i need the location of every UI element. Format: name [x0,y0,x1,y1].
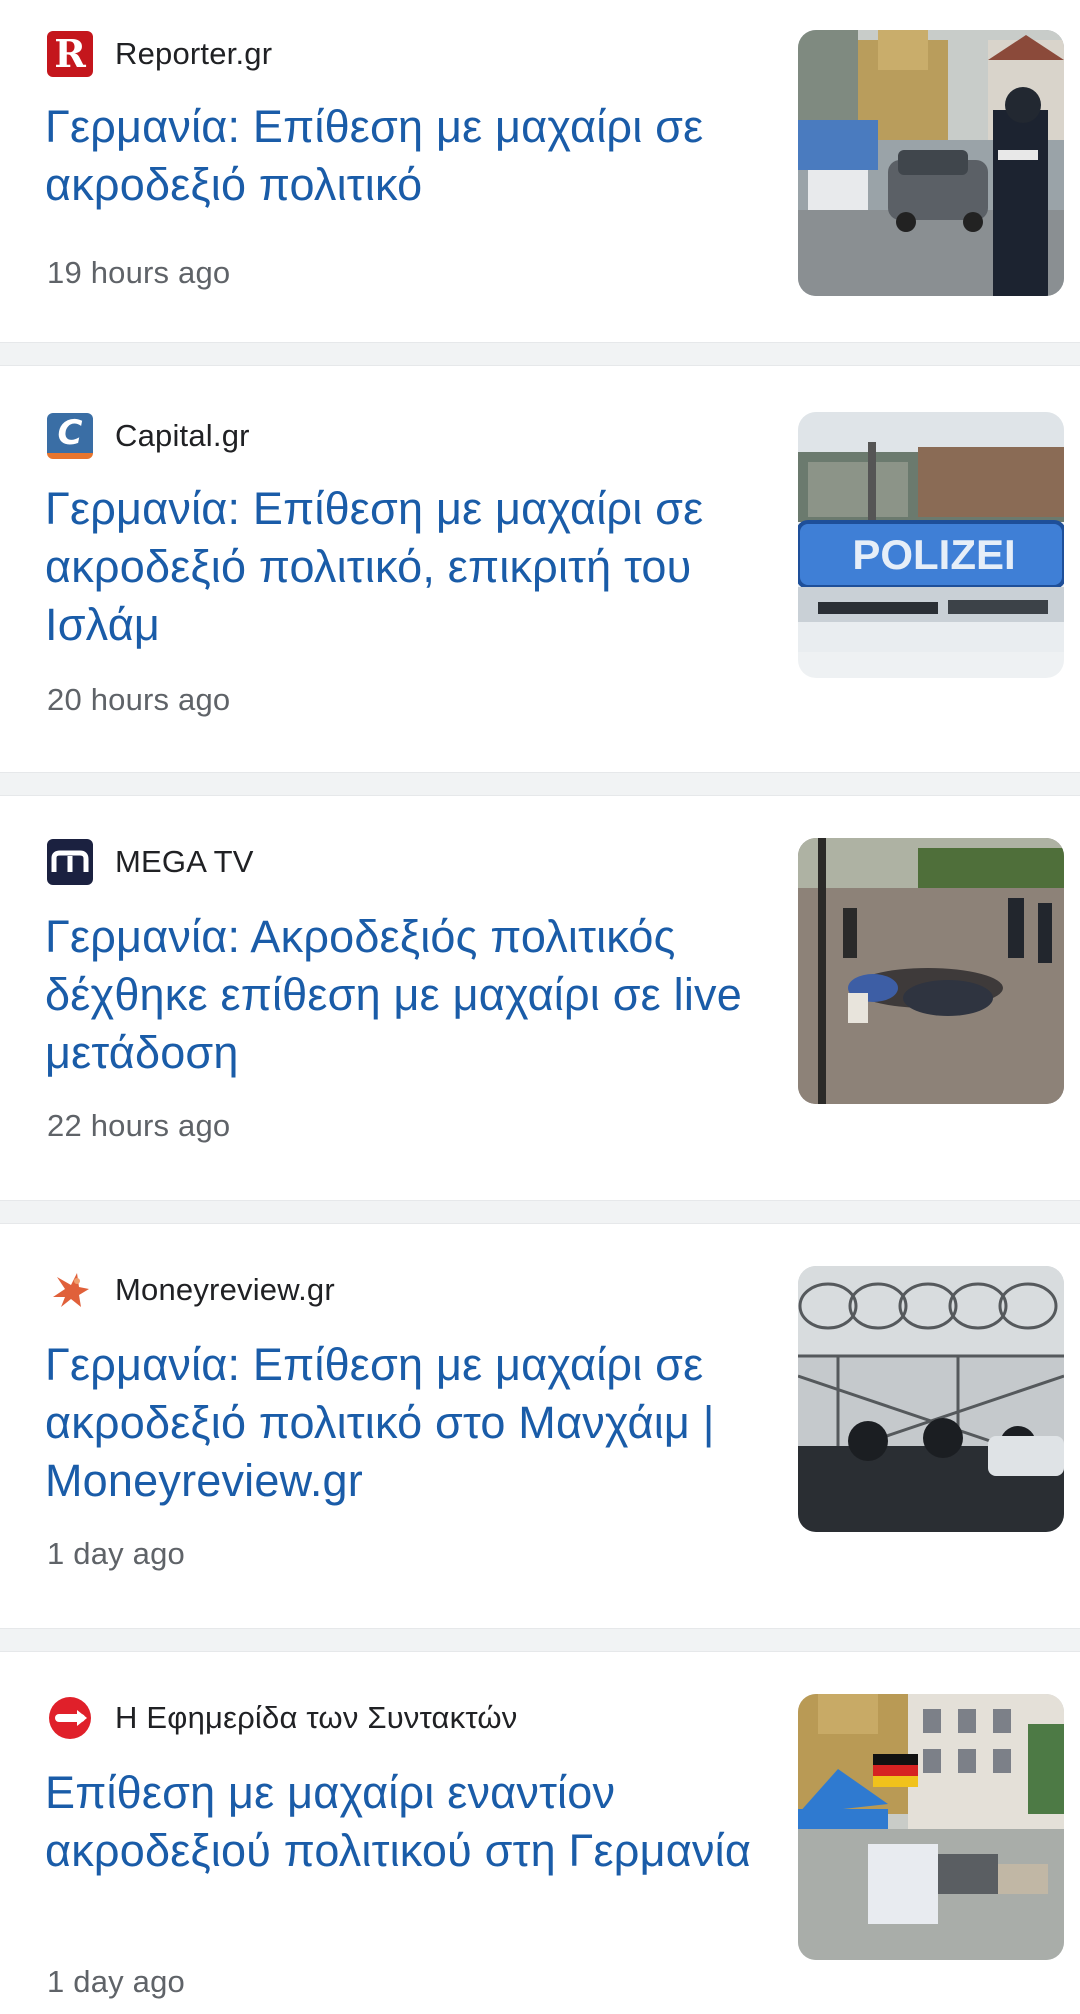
polizei-car-photo: POLIZEI [798,412,1064,678]
barbed-wire-police-photo [798,1266,1064,1532]
efsyn-glyph [49,1697,91,1739]
article-link[interactable]: R Reporter.gr Γερμανία: Επίθεση με μαχαί… [0,0,1080,342]
article-time: 1 day ago [47,1536,185,1571]
article-link[interactable]: MEGA TV Γερμανία: Ακροδεξιός πολιτικός δ… [0,796,1080,1200]
market-square-flag-photo [798,1694,1064,1960]
article-headline[interactable]: Γερμανία: Ακροδεξιός πολιτικός δέχθηκε ε… [45,908,765,1082]
reporter-r-icon: R [47,31,93,77]
article-card[interactable]: Η Εφημερίδα των Συντακτών Επίθεση με μαχ… [0,1652,1080,2014]
article-link[interactable]: Η Εφημερίδα των Συντακτών Επίθεση με μαχ… [0,1652,1080,2014]
source-name: Capital.gr [115,418,250,453]
efsyn-circle-icon [47,1695,93,1741]
article-card[interactable]: MEGA TV Γερμανία: Ακροδεξιός πολιτικός δ… [0,796,1080,1200]
source-name: MEGA TV [115,844,254,879]
article-thumbnail[interactable]: POLIZEI [798,412,1064,678]
article-card[interactable]: Moneyreview.gr Γερμανία: Επίθεση με μαχα… [0,1224,1080,1628]
article-thumbnail[interactable] [798,1266,1064,1532]
article-headline[interactable]: Γερμανία: Επίθεση με μαχαίρι σε ακροδεξι… [45,98,765,214]
article-link[interactable]: C Capital.gr Γερμανία: Επίθεση με μαχαίρ… [0,366,1080,772]
article-headline[interactable]: Επίθεση με μαχαίρι εναντίον ακροδεξιού π… [45,1764,765,1880]
article-time: 20 hours ago [47,682,231,717]
card-separator [0,772,1080,796]
moneyreview-bird-icon [47,1267,93,1313]
article-card[interactable]: C Capital.gr Γερμανία: Επίθεση με μαχαίρ… [0,366,1080,772]
card-separator [0,1628,1080,1652]
source-row: MEGA TV [47,838,254,886]
card-separator [0,342,1080,366]
polizei-text: POLIZEI [852,531,1015,578]
news-feed: R Reporter.gr Γερμανία: Επίθεση με μαχαί… [0,0,1080,2014]
card-separator [0,1200,1080,1224]
article-time: 19 hours ago [47,255,231,290]
capital-c-icon: C [47,413,93,459]
bird-glyph [53,1273,89,1307]
square-scuffle-photo [798,838,1064,1104]
article-link[interactable]: Moneyreview.gr Γερμανία: Επίθεση με μαχα… [0,1224,1080,1628]
source-row: C Capital.gr [47,412,250,460]
source-row: Moneyreview.gr [47,1266,335,1314]
article-thumbnail[interactable] [798,30,1064,296]
article-headline[interactable]: Γερμανία: Επίθεση με μαχαίρι σε ακροδεξι… [45,1336,765,1510]
article-time: 22 hours ago [47,1108,231,1143]
source-name: Reporter.gr [115,36,273,71]
mega-m-glyph [51,850,89,872]
mega-m-icon [47,839,93,885]
source-row: Η Εφημερίδα των Συντακτών [47,1694,518,1742]
street-police-car-photo [798,30,1064,296]
source-row: R Reporter.gr [47,30,272,78]
article-thumbnail[interactable] [798,1694,1064,1960]
article-card[interactable]: R Reporter.gr Γερμανία: Επίθεση με μαχαί… [0,0,1080,342]
article-thumbnail[interactable] [798,838,1064,1104]
article-headline[interactable]: Γερμανία: Επίθεση με μαχαίρι σε ακροδεξι… [45,480,765,654]
source-name: Η Εφημερίδα των Συντακτών [115,1700,518,1735]
article-time: 1 day ago [47,1964,185,1999]
source-name: Moneyreview.gr [115,1272,335,1307]
